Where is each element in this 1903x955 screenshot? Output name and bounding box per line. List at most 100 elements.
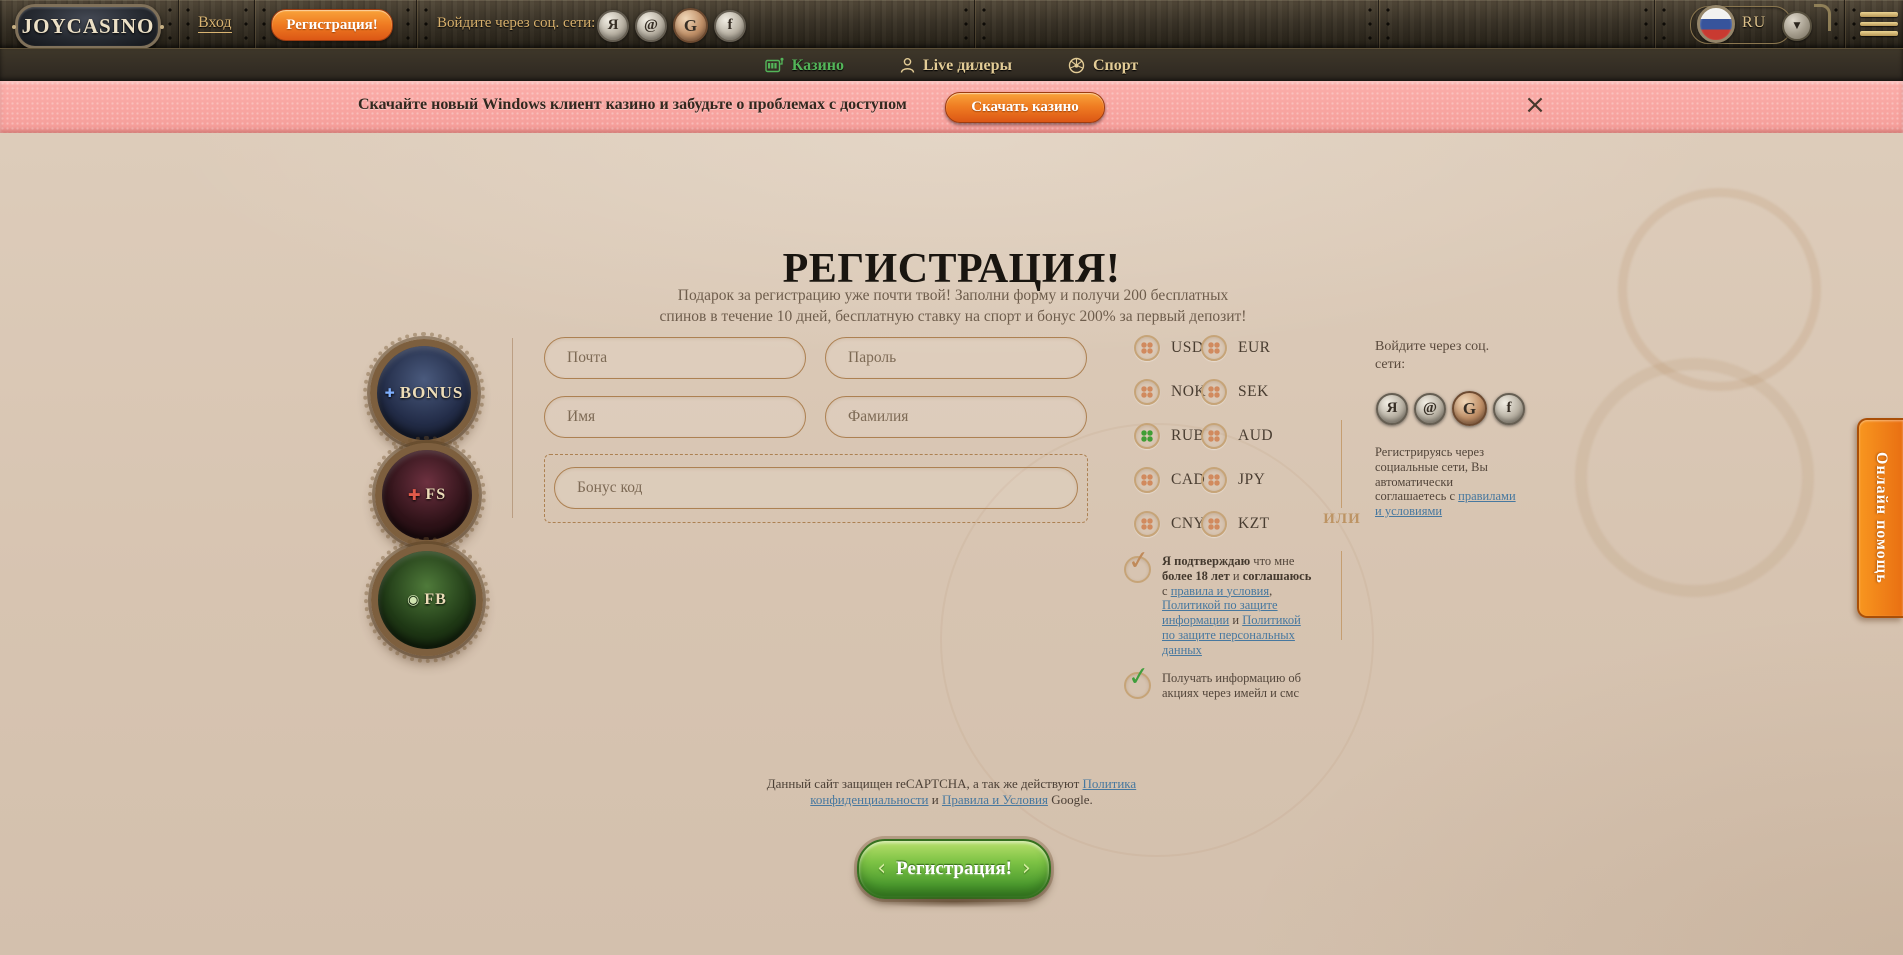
download-casino-button[interactable]: Скачать казино <box>945 92 1105 123</box>
pipe-decoration <box>1814 4 1831 31</box>
radio-CAD[interactable] <box>1134 467 1160 493</box>
currency-option-CNY[interactable]: CNY <box>1134 502 1201 546</box>
currency-label: JPY <box>1238 471 1265 489</box>
rivet-separator <box>1642 0 1668 48</box>
ball-icon <box>1068 57 1085 74</box>
slot-machine-icon <box>765 57 784 74</box>
right-arrow-icon: › <box>1022 858 1031 880</box>
logo-dot <box>160 25 164 29</box>
rivet-separator <box>1366 0 1392 48</box>
currency-option-SEK[interactable]: SEK <box>1201 370 1277 414</box>
rivet-separator <box>242 0 268 48</box>
top-bar: JOYCASINO Вход Регистрация! Войдите чере… <box>0 0 1903 48</box>
soccer-ball-icon: ◉ <box>407 592 420 608</box>
currency-label: KZT <box>1238 515 1270 533</box>
yandex-icon[interactable]: Я <box>1376 393 1408 425</box>
register-button[interactable]: Регистрация! <box>271 9 393 41</box>
submit-registration-button[interactable]: ‹ Регистрация! › <box>857 839 1051 899</box>
freebet-badge: ◉ FB <box>371 544 483 656</box>
page-subtitle: Подарок за регистрацию уже почти твой! З… <box>658 285 1248 328</box>
rivet-separator <box>166 0 192 48</box>
banner-text: Скачайте новый Windows клиент казино и з… <box>358 96 907 114</box>
radio-USD[interactable] <box>1134 335 1160 361</box>
bonus-badge: ✚ BONUS <box>370 339 478 447</box>
currency-label: AUD <box>1238 427 1273 445</box>
aside-social-icons: Я@Gf <box>1376 391 1525 426</box>
currency-option-USD[interactable]: USD <box>1134 326 1201 370</box>
yandex-icon[interactable]: Я <box>597 10 629 42</box>
facebook-icon[interactable]: f <box>1493 393 1525 425</box>
tab-sport[interactable]: Спорт <box>1068 57 1138 75</box>
russia-flag-icon <box>1697 5 1735 43</box>
radio-NOK[interactable] <box>1134 379 1160 405</box>
rivet-separator <box>962 0 988 48</box>
radio-JPY[interactable] <box>1201 467 1227 493</box>
aside-social-heading: Войдите через соц. сети: <box>1375 338 1503 374</box>
logo-text: JOYCASINO <box>22 14 155 39</box>
currency-label: SEK <box>1238 383 1269 401</box>
tab-label: Казино <box>792 57 844 75</box>
bonus-code-input[interactable] <box>554 467 1078 509</box>
joycasino-logo[interactable]: JOYCASINO <box>15 4 161 49</box>
dealer-icon <box>900 57 915 74</box>
radio-AUD[interactable] <box>1201 423 1227 449</box>
checkmark-icon: ✓ <box>1127 663 1151 691</box>
aside-social-note: Регистрируясь через социальные сети, Вы … <box>1375 445 1521 519</box>
google-icon[interactable]: G <box>673 8 708 43</box>
cross-icon: ✚ <box>408 486 422 504</box>
radio-RUB[interactable] <box>1134 423 1160 449</box>
text-link[interactable]: Правила и Условия <box>942 792 1048 807</box>
close-icon[interactable]: × <box>1520 90 1550 120</box>
currency-option-CAD[interactable]: CAD <box>1134 458 1201 502</box>
tab-live-dealers[interactable]: Live дилеры <box>900 57 1012 75</box>
currency-option-AUD[interactable]: AUD <box>1201 414 1277 458</box>
or-divider-line <box>1341 551 1342 640</box>
download-banner: Скачайте новый Windows клиент казино и з… <box>0 81 1903 133</box>
or-label: ИЛИ <box>1314 511 1370 528</box>
tab-label: Live дилеры <box>923 57 1012 75</box>
currency-option-EUR[interactable]: EUR <box>1201 326 1277 370</box>
google-icon[interactable]: G <box>1452 391 1487 426</box>
registration-page: РЕГИСТРАЦИЯ! Подарок за регистрацию уже … <box>0 133 1903 955</box>
checkmark-icon: ✓ <box>1127 547 1151 575</box>
rivet-separator <box>1832 0 1858 48</box>
language-code: RU <box>1742 14 1766 32</box>
menu-icon[interactable] <box>1860 12 1898 41</box>
rivet-separator <box>404 0 430 48</box>
coffee-stain-decoration <box>1575 358 1814 597</box>
currency-option-KZT[interactable]: KZT <box>1201 502 1277 546</box>
tab-casino[interactable]: Казино <box>765 57 844 75</box>
radio-SEK[interactable] <box>1201 379 1227 405</box>
main-nav: Казино Live дилеры Спорт <box>0 48 1903 82</box>
promo-checkbox[interactable]: ✓ <box>1124 672 1151 699</box>
mail-icon[interactable]: @ <box>1414 393 1446 425</box>
age-agree-text: Я подтверждаю что мне более 18 лет и сог… <box>1162 554 1312 658</box>
firstname-input[interactable] <box>544 396 806 438</box>
login-link[interactable]: Вход <box>198 14 232 33</box>
or-divider-line <box>1341 420 1342 508</box>
age-agree-checkbox[interactable]: ✓ <box>1124 556 1151 583</box>
left-arrow-icon: ‹ <box>877 858 886 880</box>
language-dropdown-arrow[interactable]: ▼ <box>1782 11 1812 41</box>
form-divider-line <box>512 338 513 518</box>
logo-dot <box>12 25 16 29</box>
mail-icon[interactable]: @ <box>635 10 667 42</box>
online-help-tab[interactable]: Онлайн помощь <box>1857 418 1903 618</box>
top-social-label: Войдите через соц. сети: <box>437 15 595 32</box>
currency-option-RUB[interactable]: RUB <box>1134 414 1201 458</box>
lastname-input[interactable] <box>825 396 1087 438</box>
text-link[interactable]: правила и условия <box>1171 584 1269 598</box>
promo-text: Получать информацию об акциях через имей… <box>1162 671 1318 701</box>
password-input[interactable] <box>825 337 1087 379</box>
currency-options: USD EUR NOK SEK RUB AUD CAD JPY CNY KZT <box>1134 326 1277 546</box>
tab-label: Спорт <box>1093 57 1138 75</box>
radio-CNY[interactable] <box>1134 511 1160 537</box>
currency-label: RUB <box>1171 427 1204 445</box>
facebook-icon[interactable]: f <box>714 10 746 42</box>
email-input[interactable] <box>544 337 806 379</box>
currency-option-JPY[interactable]: JPY <box>1201 458 1277 502</box>
radio-EUR[interactable] <box>1201 335 1227 361</box>
radio-KZT[interactable] <box>1201 511 1227 537</box>
currency-option-NOK[interactable]: NOK <box>1134 370 1201 414</box>
currency-label: EUR <box>1238 339 1271 357</box>
